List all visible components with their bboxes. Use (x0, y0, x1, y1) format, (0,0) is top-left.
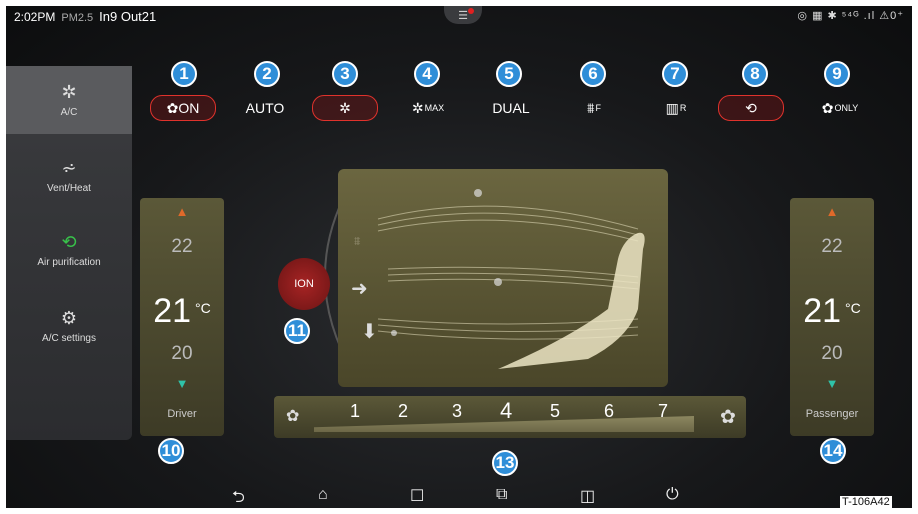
sidebar-item-label: Air purification (37, 257, 101, 268)
callout-2: 2 (254, 61, 280, 87)
front-defrost-button[interactable]: ⩩ F (574, 95, 614, 121)
seat-heat-icon: ⩫ (61, 158, 77, 178)
status-in-out-temp: In9 Out21 (99, 9, 157, 24)
passenger-temp-up-button[interactable]: ▲ (790, 204, 874, 219)
sidebar-item-label: A/C (60, 107, 78, 118)
passenger-temp-above[interactable]: 22 (790, 236, 874, 258)
passenger-temp-number: 21 (803, 292, 842, 330)
fan-level-5[interactable]: 5 (550, 401, 560, 422)
callout-13: 13 (492, 450, 518, 476)
dual-button[interactable]: DUAL (486, 95, 536, 121)
fan-low-icon: ✿ (286, 408, 300, 425)
driver-temp-up-button[interactable]: ▲ (140, 204, 224, 219)
recirculation-button[interactable]: ⟲ (718, 95, 784, 121)
multi-window-icon[interactable]: ⧉ (496, 486, 507, 504)
fan-high-icon: ✿ (720, 407, 736, 428)
passenger-temp-unit: °C (845, 300, 861, 316)
passenger-temp-value: 21 °C (790, 292, 874, 331)
fan-level-1[interactable]: 1 (350, 401, 360, 422)
sidebar-item-ac-settings[interactable]: ⚙ A/C settings (6, 308, 132, 344)
front-defrost-icon: ⩩ (587, 99, 595, 116)
callout-1: 1 (171, 61, 197, 87)
split-screen-icon[interactable]: ◫ (580, 486, 595, 506)
driver-temp-down-button[interactable]: ▼ (140, 376, 224, 391)
fan-icon: ✿ (166, 99, 179, 116)
status-bar: 2:02PM PM2.5 In9 Out21 ☰ ◎ ▦ ✱ ⁵⁴ᴳ .ıl ⚠… (6, 6, 912, 26)
message-icon: ☰ (458, 9, 468, 22)
ion-button[interactable]: ION (278, 258, 330, 310)
sidebar-item-ac[interactable]: ✲ A/C (6, 66, 132, 134)
hvac-screen: 2:02PM PM2.5 In9 Out21 ☰ ◎ ▦ ✱ ⁵⁴ᴳ .ıl ⚠… (6, 6, 912, 508)
callout-14: 14 (820, 438, 846, 464)
snowflake-icon: ✲ (61, 82, 77, 102)
airflow-illustration (377, 189, 645, 369)
fan-level-7[interactable]: 7 (658, 401, 668, 422)
power-icon[interactable]: ⏻ (666, 486, 679, 504)
fan-only-button[interactable]: ✿ ONLY (812, 95, 868, 121)
front-defrost-icon: ⩩ (354, 234, 361, 248)
auto-button[interactable]: AUTO (240, 95, 290, 121)
sidebar: ✲ A/C ⩫ Vent/Heat ⟲ Air purification ⚙ A… (6, 66, 132, 440)
fan-level-6[interactable]: 6 (604, 401, 614, 422)
notification-dot (468, 8, 474, 14)
sidebar-item-label: Vent/Heat (47, 183, 91, 194)
driver-temp-above[interactable]: 22 (140, 236, 224, 258)
ac-button[interactable]: ✲ (312, 95, 378, 121)
callout-7: 7 (662, 61, 688, 87)
callout-4: 4 (414, 61, 440, 87)
sidebar-item-air-purification[interactable]: ⟲ Air purification (6, 232, 132, 268)
status-icons: ◎ ▦ ✱ ⁵⁴ᴳ .ıl ⚠0⁺ (797, 10, 904, 22)
ion-label: ION (294, 278, 314, 290)
sidebar-item-vent-heat[interactable]: ⩫ Vent/Heat (6, 158, 132, 194)
driver-temp-value: 21 °C (140, 292, 224, 331)
rear-defrost-icon: ▥ (665, 99, 679, 116)
status-time: 2:02PM (14, 10, 56, 24)
back-icon[interactable]: ⮌ (232, 486, 245, 508)
rear-defrost-button[interactable]: ▥ R (656, 95, 696, 121)
fan-icon: ✿ (821, 99, 834, 116)
purification-icon: ⟲ (61, 232, 77, 252)
passenger-temp-panel: ▲ 22 21 °C 20 ▼ Passenger (790, 198, 874, 436)
gear-icon: ⚙ (60, 308, 78, 328)
driver-temp-unit: °C (195, 300, 211, 316)
passenger-temp-down-button[interactable]: ▼ (790, 376, 874, 391)
max-ac-button[interactable]: ✲ MAX (400, 95, 456, 121)
arrow-right-icon: ➜ (351, 278, 368, 300)
callout-8: 8 (742, 61, 768, 87)
fan-level-3[interactable]: 3 (452, 401, 462, 422)
driver-temp-below[interactable]: 20 (140, 343, 224, 365)
fan-level-2[interactable]: 2 (398, 401, 408, 422)
front-defrost-label: F (595, 103, 601, 113)
driver-label: Driver (167, 408, 197, 420)
figure-code: T-106A42 (840, 496, 892, 508)
snowflake-icon: ✲ (411, 99, 424, 116)
passenger-temp-below[interactable]: 20 (790, 343, 874, 365)
arrow-down-icon: ⬇ (361, 321, 378, 343)
fan-speed-bar[interactable]: ✿ 1 2 3 4 5 6 7 ✿ (274, 396, 746, 438)
rear-defrost-label: R (679, 103, 687, 113)
home-icon[interactable]: ⌂ (318, 486, 328, 504)
callout-9: 9 (824, 61, 850, 87)
fan-on-label: ON (178, 100, 200, 116)
recent-apps-icon[interactable]: ☐ (410, 486, 424, 506)
callout-5: 5 (496, 61, 522, 87)
callout-10: 10 (158, 438, 184, 464)
notification-tab[interactable]: ☰ (444, 6, 482, 24)
airflow-panel (338, 169, 668, 387)
car-recirculation-icon: ⟲ (745, 99, 757, 116)
driver-temp-panel: ▲ 22 21 °C 20 ▼ Driver (140, 198, 224, 436)
callout-3: 3 (332, 61, 358, 87)
passenger-label: Passenger (805, 408, 859, 420)
fan-on-button[interactable]: ✿ ON (150, 95, 216, 121)
max-label: MAX (424, 103, 445, 113)
driver-temp-number: 21 (153, 292, 192, 330)
callout-6: 6 (580, 61, 606, 87)
status-pm: PM2.5 (61, 12, 94, 24)
only-label: ONLY (834, 103, 859, 113)
snowflake-icon: ✲ (339, 99, 351, 116)
sidebar-item-label: A/C settings (42, 333, 96, 344)
fan-level-4[interactable]: 4 (500, 398, 512, 424)
